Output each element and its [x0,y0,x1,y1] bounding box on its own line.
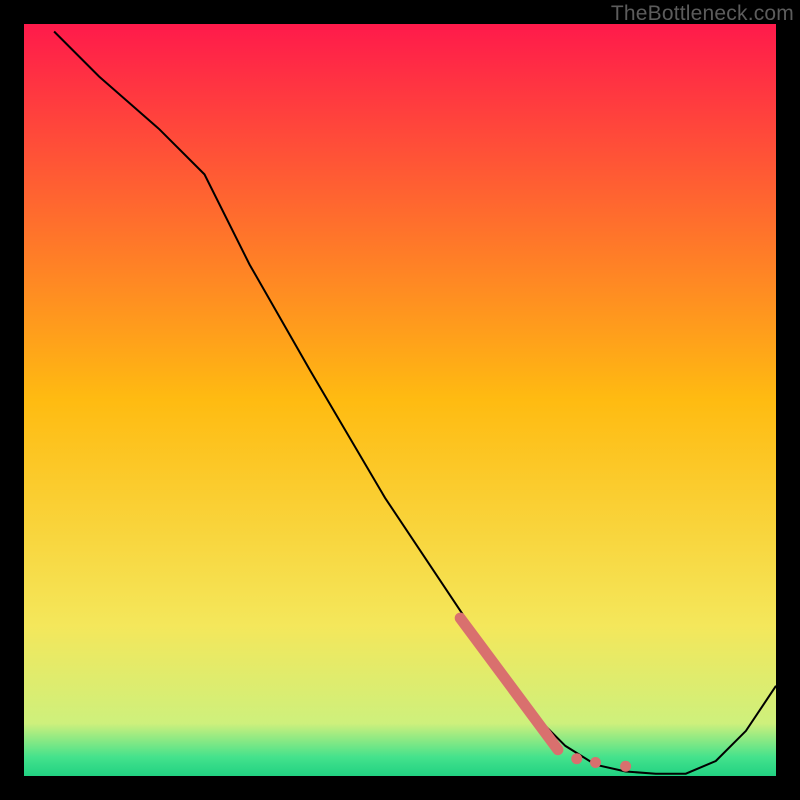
gradient-rect [24,24,776,776]
highlight-dot [571,753,582,764]
highlight-dot [620,761,631,772]
plot-area [24,24,776,776]
chart-svg [24,24,776,776]
chart-stage: TheBottleneck.com [0,0,800,800]
highlight-dot [590,757,601,768]
watermark-text: TheBottleneck.com [611,2,794,26]
